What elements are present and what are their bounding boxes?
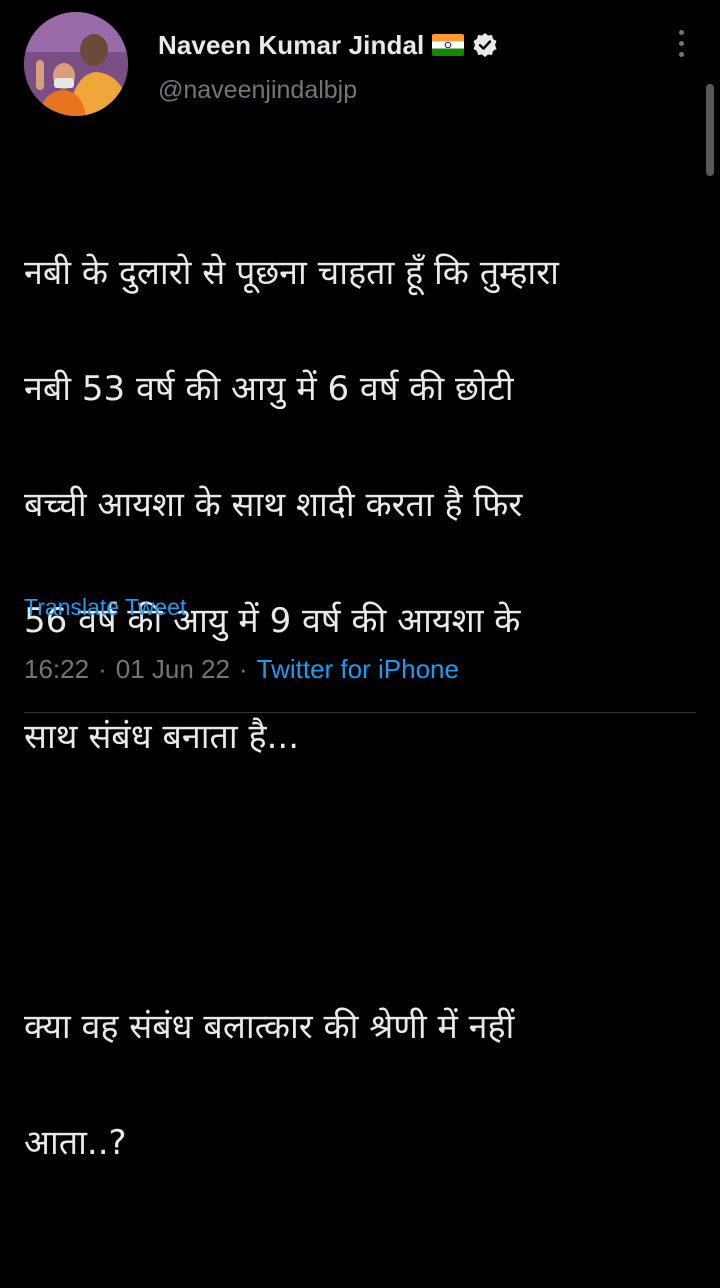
- tweet-line: आता..?: [24, 1123, 127, 1163]
- author-display-name[interactable]: Naveen Kumar Jindal: [158, 30, 424, 61]
- tweet-paragraph-2: क्या वह संबंध बलात्कार की श्रेणी में नही…: [24, 940, 704, 1230]
- tweet-text: नबी के दुलारो से पूछना चाहता हूँ कि तुम्…: [24, 128, 704, 1288]
- tweet-date[interactable]: 01 Jun 22: [116, 654, 230, 685]
- divider: [24, 712, 696, 713]
- tweet-line: साथ संबंध बनाता है...: [24, 717, 299, 757]
- tweet-metadata: 16:22 · 01 Jun 22 · Twitter for iPhone: [24, 654, 459, 685]
- more-options-icon[interactable]: [672, 30, 690, 64]
- tweet-paragraph-1: नबी के दुलारो से पूछना चाहता हूँ कि तुम्…: [24, 186, 704, 824]
- author-name-row[interactable]: Naveen Kumar Jindal: [158, 28, 498, 62]
- tweet-line: नबी के दुलारो से पूछना चाहता हूँ कि तुम्…: [24, 253, 559, 293]
- tweet-line: क्या वह संबंध बलात्कार की श्रेणी में नही…: [24, 1007, 515, 1047]
- translate-tweet-link[interactable]: Translate Tweet: [24, 594, 186, 621]
- india-flag-icon: [432, 34, 465, 56]
- avatar-image: [24, 12, 128, 116]
- tweet: Naveen Kumar Jindal @naveenjindalbjp नबी…: [0, 0, 720, 1163]
- author-handle[interactable]: @naveenjindalbjp: [158, 76, 357, 105]
- separator: ·: [98, 654, 107, 684]
- tweet-line: बच्ची आयशा के साथ शादी करता है फिर: [24, 485, 523, 525]
- scrollbar[interactable]: [706, 84, 714, 176]
- separator: ·: [238, 654, 248, 684]
- avatar[interactable]: [24, 12, 128, 116]
- tweet-time[interactable]: 16:22: [24, 654, 89, 685]
- tweet-source-link[interactable]: Twitter for iPhone: [257, 654, 459, 685]
- verified-badge-icon: [472, 32, 498, 58]
- tweet-line: नबी 53 वर्ष की आयु में 6 वर्ष की छोटी: [24, 369, 514, 409]
